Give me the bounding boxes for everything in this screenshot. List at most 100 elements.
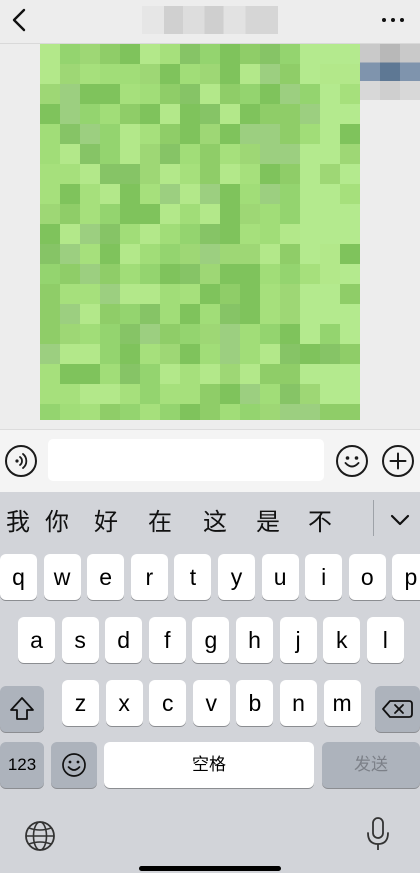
bubble-mosaic-cell: [80, 344, 100, 364]
delete-key[interactable]: [375, 686, 420, 732]
bubble-mosaic-cell: [320, 184, 340, 204]
key-n[interactable]: n: [280, 680, 317, 726]
candidate-word[interactable]: 你: [39, 502, 75, 542]
bubble-mosaic-cell: [140, 404, 160, 420]
key-s[interactable]: s: [61, 617, 99, 663]
key-m[interactable]: m: [323, 680, 361, 726]
bubble-mosaic-cell: [140, 124, 160, 144]
bubble-mosaic-cell: [180, 144, 200, 164]
shift-key[interactable]: [0, 686, 44, 732]
bubble-mosaic-cell: [60, 284, 80, 304]
key-k[interactable]: k: [323, 617, 361, 663]
candidate-word[interactable]: 不: [302, 502, 338, 542]
bubble-mosaic-cell: [300, 344, 320, 364]
emoji-key[interactable]: [51, 742, 97, 788]
message-bubble-pixelated[interactable]: [40, 44, 360, 420]
key-z[interactable]: z: [62, 680, 99, 726]
key-q[interactable]: q: [0, 554, 37, 600]
key-y[interactable]: y: [218, 554, 255, 600]
key-b[interactable]: b: [236, 680, 274, 726]
key-p[interactable]: p: [392, 554, 420, 600]
key-h[interactable]: h: [236, 617, 273, 663]
bubble-mosaic-cell: [340, 384, 360, 404]
key-l[interactable]: l: [366, 617, 404, 663]
key-c[interactable]: c: [149, 680, 187, 726]
bubble-mosaic-cell: [160, 284, 180, 304]
bubble-mosaic-cell: [40, 244, 60, 264]
bubble-mosaic-cell: [180, 84, 200, 104]
bubble-mosaic-cell: [260, 64, 280, 84]
bubble-mosaic-cell: [140, 204, 160, 224]
send-key[interactable]: 发送: [322, 742, 420, 788]
bubble-mosaic-cell: [300, 404, 320, 420]
candidate-word[interactable]: 这: [197, 502, 233, 542]
space-key[interactable]: 空格: [104, 742, 314, 788]
bubble-mosaic-cell: [220, 104, 240, 124]
chat-area[interactable]: [0, 44, 420, 429]
dictation-button[interactable]: [362, 814, 394, 854]
key-i[interactable]: i: [305, 554, 343, 600]
bubble-mosaic-cell: [240, 264, 260, 284]
bubble-mosaic-cell: [160, 184, 180, 204]
more-button[interactable]: [378, 10, 408, 30]
bubble-mosaic-cell: [340, 324, 360, 344]
candidate-word[interactable]: 我: [0, 502, 36, 542]
bubble-mosaic-cell: [300, 364, 320, 384]
bubble-mosaic-cell: [180, 384, 200, 404]
bubble-mosaic-cell: [120, 144, 140, 164]
bubble-mosaic-cell: [40, 264, 60, 284]
key-e[interactable]: e: [87, 554, 125, 600]
bubble-mosaic-cell: [60, 304, 80, 324]
add-button[interactable]: [382, 445, 414, 477]
bubble-mosaic-cell: [200, 224, 220, 244]
bubble-mosaic-cell: [60, 344, 80, 364]
bubble-mosaic-cell: [300, 164, 320, 184]
bubble-mosaic-cell: [180, 264, 200, 284]
candidate-word[interactable]: 好: [88, 502, 124, 542]
bubble-mosaic-cell: [240, 404, 260, 420]
bubble-mosaic-cell: [200, 264, 220, 284]
globe-icon: [25, 821, 55, 851]
key-a[interactable]: a: [18, 617, 55, 663]
key-o[interactable]: o: [348, 554, 386, 600]
bubble-mosaic-cell: [340, 124, 360, 144]
voice-icon: [15, 453, 28, 469]
bubble-mosaic-cell: [100, 84, 120, 104]
key-v[interactable]: v: [192, 680, 230, 726]
expand-candidates-button[interactable]: [384, 502, 416, 540]
bubble-mosaic-cell: [80, 364, 100, 384]
candidate-word[interactable]: 在: [142, 502, 178, 542]
key-r[interactable]: r: [130, 554, 168, 600]
key-d[interactable]: d: [105, 617, 143, 663]
bubble-mosaic-cell: [260, 104, 280, 124]
message-input[interactable]: [48, 439, 324, 481]
bubble-mosaic-cell: [180, 364, 200, 384]
bubble-mosaic-cell: [320, 84, 340, 104]
candidate-word[interactable]: 是: [250, 502, 286, 542]
home-indicator[interactable]: [139, 866, 281, 871]
globe-button[interactable]: [22, 818, 58, 854]
key-x[interactable]: x: [105, 680, 143, 726]
key-t[interactable]: t: [174, 554, 212, 600]
emoji-button[interactable]: [336, 445, 368, 477]
key-g[interactable]: g: [192, 617, 230, 663]
bubble-mosaic-cell: [100, 144, 120, 164]
bubble-mosaic-cell: [80, 304, 100, 324]
bubble-mosaic-cell: [60, 404, 80, 420]
key-j[interactable]: j: [279, 617, 317, 663]
numbers-key[interactable]: 123: [0, 742, 44, 788]
bubble-mosaic-cell: [60, 244, 80, 264]
bubble-mosaic-cell: [240, 144, 260, 164]
key-f[interactable]: f: [148, 617, 186, 663]
key-w[interactable]: w: [43, 554, 81, 600]
bubble-mosaic-cell: [160, 244, 180, 264]
key-u[interactable]: u: [261, 554, 299, 600]
bubble-mosaic-cell: [220, 364, 240, 384]
voice-button[interactable]: [5, 445, 37, 477]
bubble-mosaic-cell: [120, 284, 140, 304]
bubble-mosaic-cell: [240, 44, 260, 64]
bubble-mosaic-cell: [280, 344, 300, 364]
back-button[interactable]: [6, 4, 34, 36]
bubble-mosaic-cell: [60, 224, 80, 244]
avatar[interactable]: [360, 44, 420, 100]
